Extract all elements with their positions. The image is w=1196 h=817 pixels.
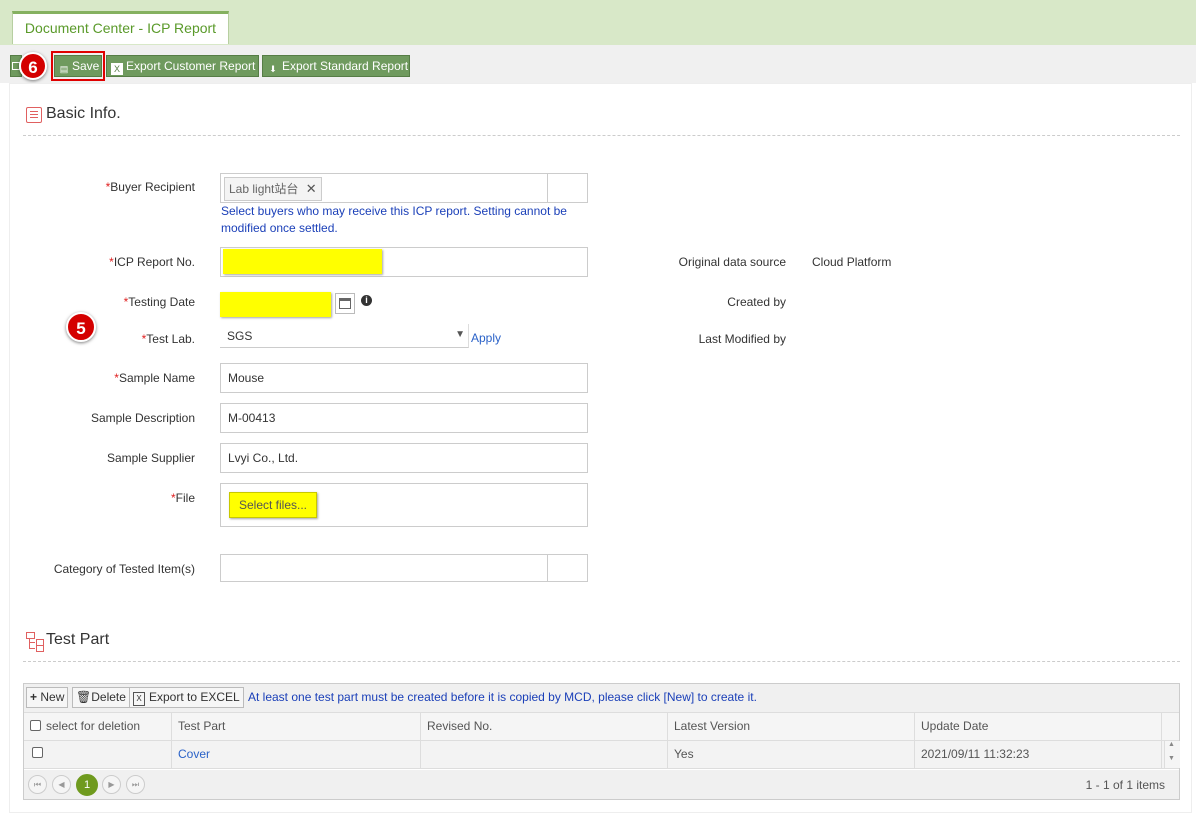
test-lab-select[interactable]: SGS ▼ [220, 324, 469, 348]
select-files-button[interactable]: Select files... [229, 492, 317, 518]
icp-report-no-input[interactable] [220, 247, 588, 277]
buyer-recipient-field[interactable]: Lab light站台 ✕ [220, 173, 588, 203]
icp-report-no-label: *ICP Report No. [109, 255, 195, 269]
excel-icon: X [111, 63, 123, 75]
row-update-date: 2021/09/11 11:32:23 [915, 741, 1162, 768]
download-icon: ⬇ [269, 64, 277, 74]
original-data-source-label: Original data source [678, 255, 786, 269]
export-customer-report-button[interactable]: X Export Customer Report [106, 55, 259, 77]
save-button[interactable]: ▤ Save [54, 55, 102, 77]
col-select: select for deletion [24, 713, 172, 740]
save-icon: ▤ [59, 64, 69, 74]
chevron-down-icon[interactable]: ▼ [455, 329, 465, 340]
grid-scrollbar[interactable]: ▲ ▼ [1164, 741, 1180, 768]
current-page[interactable]: 1 [76, 774, 98, 796]
next-page-icon[interactable]: ▶ [102, 775, 121, 794]
col-test-part[interactable]: Test Part [172, 713, 421, 740]
remove-tag-icon[interactable]: ✕ [306, 181, 317, 196]
table-row: Cover Yes 2021/09/11 11:32:23 [24, 741, 1179, 769]
step-badge-6: 6 [19, 52, 47, 80]
row-revised-no [421, 741, 668, 768]
buyer-recipient-hint-2: modified once settled. [221, 221, 338, 235]
original-data-source-value: Cloud Platform [812, 255, 892, 269]
icp-report-no-highlight [223, 249, 382, 274]
grid-toolbar: + New 🗑Delete X Export to EXCEL At least … [24, 684, 1179, 713]
select-all-checkbox[interactable] [30, 720, 41, 731]
top-tab-bar: Document Center - ICP Report [0, 0, 1196, 45]
testing-date-label: *Testing Date [123, 295, 195, 309]
col-update-date[interactable]: Update Date [915, 713, 1162, 740]
scroll-down-icon[interactable]: ▼ [1168, 755, 1175, 762]
section-divider-2 [23, 661, 1180, 662]
basic-info-title: Basic Info. [46, 105, 121, 122]
list-icon [26, 107, 42, 123]
info-icon[interactable]: i [361, 295, 372, 306]
calendar-icon[interactable] [335, 293, 355, 314]
grid-pager: ⏮ ◀ 1 ▶ ⏭ 1 - 1 of 1 items [24, 770, 1179, 799]
last-modified-by-label: Last Modified by [698, 332, 786, 346]
category-label: Category of Tested Item(s) [53, 562, 195, 576]
category-input[interactable] [220, 554, 588, 582]
testing-date-highlight [220, 292, 331, 317]
buyer-recipient-label: *Buyer Recipient [105, 180, 195, 194]
file-label: *File [170, 491, 195, 505]
test-part-title: Test Part [46, 631, 110, 648]
section-divider [23, 135, 1180, 136]
pager-summary: 1 - 1 of 1 items [1085, 778, 1165, 792]
last-page-icon[interactable]: ⏭ [126, 775, 145, 794]
sample-name-input[interactable]: Mouse [220, 363, 588, 393]
row-latest-version: Yes [668, 741, 915, 768]
plus-icon: + [30, 690, 38, 704]
file-upload-area: Select files... [220, 483, 588, 527]
sample-name-label: *Sample Name [114, 371, 195, 385]
buyer-tag: Lab light站台 ✕ [224, 177, 322, 201]
new-button[interactable]: + New [26, 687, 69, 708]
sample-supplier-input[interactable]: Lvyi Co., Ltd. [220, 443, 588, 473]
grid-notice: At least one test part must be created b… [248, 690, 757, 704]
delete-button[interactable]: 🗑Delete [72, 687, 130, 708]
sample-description-input[interactable]: M-00413 [220, 403, 588, 433]
sample-description-label: Sample Description [90, 411, 195, 425]
first-page-icon[interactable]: ⏮ [28, 775, 47, 794]
row-test-part-link[interactable]: Cover [172, 741, 421, 768]
test-lab-label: *Test Lab. [141, 332, 195, 346]
col-revised-no[interactable]: Revised No. [421, 713, 668, 740]
export-excel-button[interactable]: X Export to EXCEL [129, 687, 244, 708]
testing-date-input[interactable] [220, 292, 333, 317]
apply-link[interactable]: Apply [471, 331, 501, 345]
prev-page-icon[interactable]: ◀ [52, 775, 71, 794]
scroll-up-icon[interactable]: ▲ [1168, 741, 1175, 748]
step-badge-5: 5 [66, 312, 96, 342]
tree-icon [26, 632, 44, 652]
toolbar: ▤ Save X Export Customer Report ⬇ Export St… [0, 45, 1196, 83]
grid-header: select for deletion Test Part Revised No… [24, 713, 1179, 741]
buyer-recipient-hint-1: Select buyers who may receive this ICP r… [221, 204, 567, 218]
trash-icon: 🗑 [76, 690, 92, 704]
created-by-label: Created by [727, 295, 786, 309]
export-standard-report-button[interactable]: ⬇ Export Standard Report [262, 55, 410, 77]
col-latest-version[interactable]: Latest Version [668, 713, 915, 740]
tab-document-center-icp-report[interactable]: Document Center - ICP Report [12, 11, 229, 44]
excel-icon: X [133, 692, 145, 706]
row-select-checkbox[interactable] [32, 747, 43, 758]
test-part-grid: + New 🗑Delete X Export to EXCEL At least … [23, 683, 1180, 800]
sample-supplier-label: Sample Supplier [106, 451, 195, 465]
